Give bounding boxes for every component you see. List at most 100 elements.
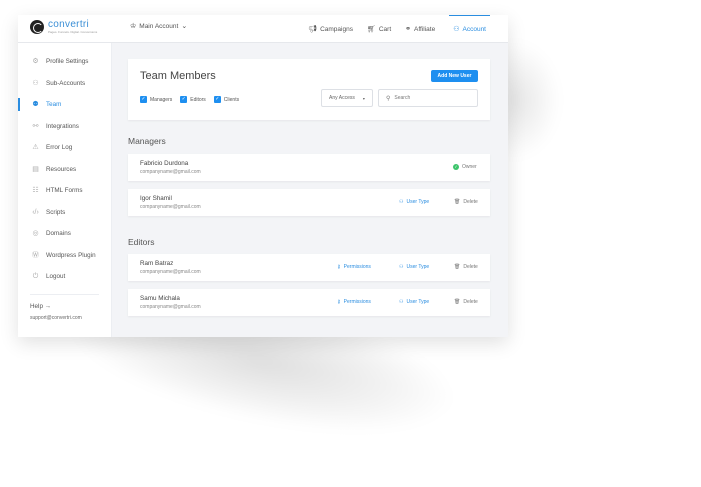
member-email: companyname@gmail.com: [140, 204, 201, 210]
member-row: Samu Michala companyname@gmail.com ⚷ Per…: [128, 289, 490, 316]
search-input[interactable]: [394, 95, 475, 101]
filter-editors[interactable]: ✓ Editors: [180, 96, 206, 103]
sidebar-item-label: Integrations: [46, 122, 79, 130]
member-email: companyname@gmail.com: [140, 269, 201, 275]
sidebar-item-html-forms[interactable]: ☷ HTML Forms: [18, 180, 111, 202]
nav-cart[interactable]: 🛒︎ Cart: [367, 15, 391, 43]
sidebar-item-label: HTML Forms: [46, 187, 83, 195]
filter-managers[interactable]: ✓ Managers: [140, 96, 172, 103]
nav-cart-label: Cart: [378, 25, 392, 33]
user-type-button[interactable]: ⚇ User Type: [399, 299, 429, 305]
top-bar: convertri Pages. Funnels. Digital. Conve…: [18, 15, 508, 43]
sidebar-item-integrations[interactable]: ⚯ Integrations: [18, 116, 111, 138]
nav-affiliate[interactable]: ⚭ Affiliate: [405, 15, 435, 43]
sidebar-item-logout[interactable]: ⏻ Logout: [18, 266, 111, 288]
link-icon: ⚯: [32, 122, 39, 130]
sidebar-item-label: Sub-Accounts: [46, 79, 86, 87]
sidebar-item-domains[interactable]: ◎ Domains: [18, 223, 111, 245]
member-name: Samu Michala: [140, 295, 180, 302]
role-filters: ✓ Managers ✓ Editors ✓ Clients: [140, 96, 239, 103]
permissions-label: Permissions: [343, 299, 371, 305]
delete-label: Delete: [463, 199, 478, 205]
user-type-button[interactable]: ⚇ User Type: [399, 264, 429, 270]
filter-clients[interactable]: ✓ Clients: [213, 96, 239, 103]
brand-name: convertri: [48, 19, 90, 30]
user-icon: ⚇: [32, 79, 39, 87]
permissions-button[interactable]: ⚷ Permissions: [337, 264, 371, 270]
owner-badge: ✓ Owner: [453, 164, 477, 170]
main-account-label: Main Account: [139, 23, 179, 30]
checkbox-checked-icon[interactable]: ✓: [140, 96, 147, 103]
access-select[interactable]: Any Access ▾: [321, 89, 373, 107]
warning-icon: ⚠: [32, 144, 39, 152]
trash-icon: 🗑︎: [454, 199, 461, 205]
power-icon: ⏻: [32, 273, 39, 281]
filter-label: Managers: [150, 96, 173, 103]
checkbox-checked-icon[interactable]: ✓: [213, 96, 221, 103]
logo[interactable]: convertri Pages. Funnels. Digital. Conve…: [30, 20, 97, 34]
globe-icon: ◎: [32, 230, 39, 238]
delete-button[interactable]: 🗑︎ Delete: [454, 199, 478, 205]
checkbox-checked-icon[interactable]: ✓: [180, 96, 188, 103]
nav-account[interactable]: ⚇ Account: [449, 15, 490, 43]
sidebar: ⚙ Profile Settings ⚇ Sub-Accounts ⚉ Team…: [18, 43, 112, 337]
delete-label: Delete: [463, 264, 478, 270]
team-icon: ⚉: [32, 101, 39, 109]
section-title-editors: Editors: [128, 237, 155, 247]
search-box[interactable]: ⚲: [378, 89, 478, 107]
nav-campaigns[interactable]: 📢︎ Campaigns: [308, 15, 353, 43]
check-circle-icon: ✓: [453, 164, 459, 170]
sidebar-item-label: Wordpress Plugin: [46, 251, 96, 259]
support-email[interactable]: support@convertri.com: [18, 315, 111, 321]
sidebar-item-wordpress-plugin[interactable]: Ⓦ Wordpress Plugin: [18, 245, 111, 267]
search-icon: ⚲: [386, 95, 391, 102]
arrow-right-icon: →: [44, 302, 51, 310]
wordpress-icon: Ⓦ: [32, 251, 39, 259]
sidebar-item-label: Resources: [46, 165, 77, 173]
help-link[interactable]: Help →: [18, 303, 111, 310]
team-header-card: Team Members Add New User ✓ Managers ✓ E…: [128, 59, 490, 120]
member-row: Ram Batraz companyname@gmail.com ⚷ Permi…: [128, 254, 490, 281]
user-icon: ⚇: [453, 26, 460, 33]
app-window: convertri Pages. Funnels. Digital. Conve…: [18, 15, 508, 337]
sidebar-item-label: Error Log: [46, 144, 73, 152]
trash-icon: 🗑︎: [454, 299, 461, 305]
member-row: Fabricio Durdona companyname@gmail.com ✓…: [128, 154, 490, 181]
top-nav: 📢︎ Campaigns 🛒︎ Cart ⚭ Affiliate ⚇ Accou…: [308, 15, 490, 43]
permissions-button[interactable]: ⚷ Permissions: [337, 299, 371, 305]
nav-campaigns-label: Campaigns: [320, 25, 353, 33]
sidebar-item-profile-settings[interactable]: ⚙ Profile Settings: [18, 51, 111, 73]
sidebar-item-label: Logout: [46, 273, 66, 281]
gear-icon: ⚙: [32, 58, 39, 66]
sidebar-item-resources[interactable]: ▤ Resources: [18, 159, 111, 181]
user-icon: ⚇: [399, 299, 404, 305]
permissions-label: Permissions: [343, 264, 371, 270]
trash-icon: 🗑︎: [454, 264, 461, 270]
user-type-label: User Type: [406, 199, 430, 205]
help-label: Help: [30, 302, 43, 310]
filter-label: Editors: [190, 96, 206, 103]
add-new-user-button[interactable]: Add New User: [431, 70, 478, 82]
member-email: companyname@gmail.com: [140, 304, 201, 310]
sidebar-item-error-log[interactable]: ⚠ Error Log: [18, 137, 111, 159]
member-name: Ram Batraz: [140, 260, 174, 267]
cart-icon: 🛒︎: [366, 25, 376, 33]
user-icon: ⚇: [399, 199, 404, 205]
section-title-managers: Managers: [128, 136, 166, 146]
sidebar-item-team[interactable]: ⚉ Team: [18, 94, 111, 116]
member-name: Fabricio Durdona: [140, 160, 189, 167]
owner-label: Owner: [462, 164, 477, 170]
sidebar-item-sub-accounts[interactable]: ⚇ Sub-Accounts: [18, 73, 111, 95]
nav-account-label: Account: [462, 26, 487, 33]
caret-down-icon: ▾: [362, 95, 365, 101]
main-account-dropdown[interactable]: ♔ Main Account ⌄: [130, 23, 187, 30]
sidebar-item-label: Scripts: [46, 208, 66, 216]
access-select-value: Any Access: [329, 95, 355, 101]
user-type-button[interactable]: ⚇ User Type: [399, 199, 429, 205]
delete-button[interactable]: 🗑︎ Delete: [454, 264, 478, 270]
handshake-icon: ⚭: [405, 25, 412, 33]
key-icon: ⚷: [337, 299, 341, 305]
delete-button[interactable]: 🗑︎ Delete: [454, 299, 478, 305]
crown-icon: ♔: [130, 23, 137, 30]
sidebar-item-scripts[interactable]: ‹/› Scripts: [18, 202, 111, 224]
